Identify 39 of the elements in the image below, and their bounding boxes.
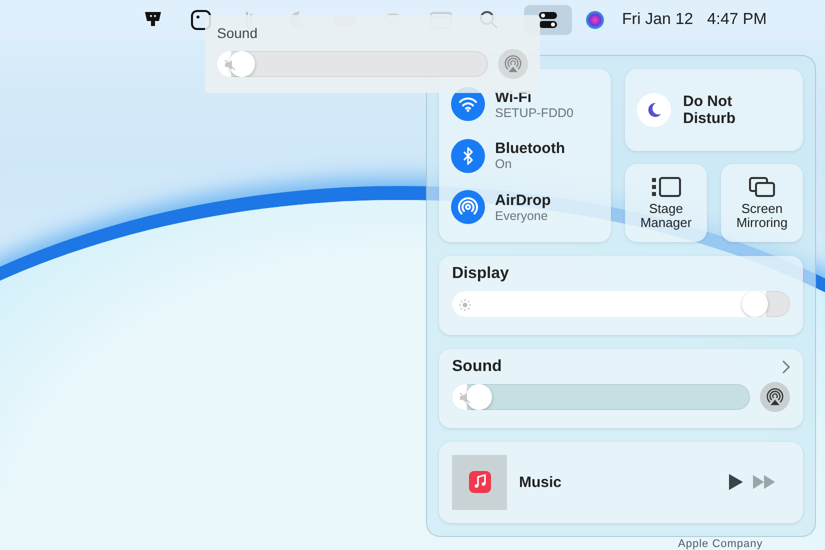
speaker-muted-icon [459, 392, 471, 404]
wifi-icon [458, 96, 478, 112]
control-tile[interactable]: Stage Manager [625, 164, 707, 242]
toggle-status: On [495, 157, 513, 172]
toggle-status: SETUP-FDD0 [495, 106, 574, 120]
connectivity-toggle[interactable]: Bluetooth On [451, 138, 599, 173]
menu-bar-time: 4:47 PM [707, 11, 767, 29]
tile-title: Display [452, 265, 509, 284]
toggle-label: Bluetooth [495, 140, 565, 158]
track-title: Music [519, 474, 563, 491]
airplay-icon [766, 387, 784, 407]
control-tile[interactable]: Screen Mirroring [721, 164, 803, 242]
connectivity-toggle[interactable]: AirDrop Everyone [451, 190, 599, 224]
airplay-button[interactable] [760, 382, 790, 412]
volume-slider[interactable] [452, 384, 750, 410]
stage-manager-icon [650, 176, 682, 198]
toggle-status: Everyone [495, 208, 549, 223]
volume-slider[interactable] [217, 51, 488, 77]
brightness-icon [459, 299, 471, 312]
speaker-muted-icon [224, 59, 236, 71]
do-not-disturb-tile[interactable]: Do Not Disturb [625, 69, 803, 151]
airplay-icon [504, 54, 522, 74]
desktop-label: Apple Company [678, 538, 763, 550]
screen-mirroring-icon [748, 176, 776, 198]
tile-title: Sound [452, 358, 502, 376]
toggle-label: AirDrop [495, 192, 551, 209]
slider-knob[interactable] [229, 51, 256, 77]
orb-icon[interactable] [584, 9, 606, 31]
popover-title: Sound [217, 25, 258, 41]
slider-knob[interactable] [466, 384, 492, 410]
toggle-switches-icon [538, 10, 558, 30]
toggle-label: Wi-Fi [495, 88, 533, 106]
chevron-right-icon[interactable] [782, 360, 790, 374]
music-note-icon [468, 471, 490, 494]
menu-bar-date: Fri Jan 12 [622, 11, 694, 29]
fast-forward-icon[interactable] [752, 474, 776, 490]
bluetooth-icon [462, 146, 474, 165]
play-icon[interactable] [728, 473, 744, 492]
airdrop-icon [458, 197, 478, 218]
